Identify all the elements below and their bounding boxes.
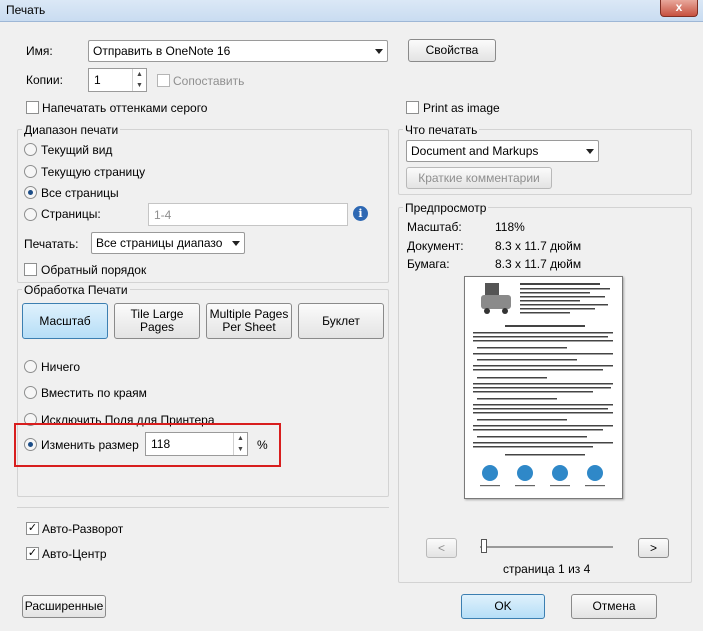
size-fit-label: Вместить по краям (41, 386, 147, 400)
tile-large-pages-button[interactable]: Tile Large Pages (114, 303, 200, 339)
size-none-radio[interactable] (24, 360, 37, 373)
print-range-title: Диапазон печати (22, 123, 121, 137)
preview-scale-label: Масштаб: (407, 220, 462, 234)
preview-document-label: Документ: (407, 239, 464, 253)
printer-select[interactable]: Отправить в OneNote 16 (88, 40, 388, 62)
range-all-pages-label: Все страницы (41, 186, 119, 200)
pages-input[interactable]: 1-4 (148, 203, 348, 226)
grayscale-label: Напечатать оттенками серого (42, 101, 208, 115)
copies-stepper[interactable]: 1 ▲ ▼ (88, 68, 147, 92)
page-slider-track[interactable] (480, 546, 613, 548)
stepper-down-icon[interactable]: ▼ (233, 444, 247, 455)
range-current-view-label: Текущий вид (41, 143, 113, 157)
auto-center-checkbox[interactable]: ✓ (26, 547, 39, 560)
range-pages-label: Страницы: (41, 207, 101, 221)
pages-input-value: 1-4 (154, 207, 172, 222)
close-button[interactable]: x (660, 0, 698, 17)
preview-document-value: 8.3 x 11.7 дюйм (495, 239, 582, 253)
auto-rotate-label: Авто-Разворот (42, 522, 124, 536)
multiple-pages-button[interactable]: Multiple Pages Per Sheet (206, 303, 292, 339)
ok-button[interactable]: OK (461, 594, 545, 619)
preview-page-content (473, 283, 613, 487)
range-pages-radio[interactable] (24, 208, 37, 221)
reverse-order-label: Обратный порядок (41, 263, 147, 277)
size-custom-label: Изменить размер (41, 438, 139, 452)
scale-button[interactable]: Масштаб (22, 303, 108, 339)
stepper-down-icon[interactable]: ▼ (132, 80, 146, 91)
collate-checkbox[interactable] (157, 74, 170, 87)
window-title: Печать (6, 3, 46, 17)
printer-select-value: Отправить в OneNote 16 (93, 44, 231, 58)
what-to-print-value: Document and Markups (411, 144, 539, 158)
size-custom-radio[interactable] (24, 438, 37, 451)
collate-label: Сопоставить (173, 74, 245, 88)
chevron-down-icon (375, 49, 383, 54)
grayscale-checkbox[interactable] (26, 101, 39, 114)
chevron-down-icon (586, 149, 594, 154)
printer-name-label: Имя: (26, 44, 53, 58)
range-all-pages-radio[interactable] (24, 186, 37, 199)
copies-label: Копии: (26, 73, 63, 87)
properties-button[interactable]: Свойства (408, 39, 496, 62)
auto-center-label: Авто-Центр (42, 547, 107, 561)
title-bar (0, 0, 703, 22)
range-current-page-radio[interactable] (24, 165, 37, 178)
size-fit-radio[interactable] (24, 386, 37, 399)
reverse-order-checkbox[interactable] (24, 263, 37, 276)
percent-label: % (257, 438, 268, 452)
print-subset-label: Печатать: (24, 237, 79, 251)
summarize-comments-button[interactable]: Краткие комментарии (406, 167, 552, 189)
next-page-button[interactable]: > (638, 538, 669, 558)
chevron-down-icon (232, 241, 240, 246)
print-subset-value: Все страницы диапазо (96, 236, 223, 250)
page-status: страница 1 из 4 (503, 562, 591, 576)
cancel-button[interactable]: Отмена (571, 594, 657, 619)
info-icon[interactable]: i (353, 206, 368, 221)
preview-title: Предпросмотр (403, 201, 489, 215)
booklet-button[interactable]: Буклет (298, 303, 384, 339)
what-to-print-select[interactable]: Document and Markups (406, 140, 599, 162)
range-current-view-radio[interactable] (24, 143, 37, 156)
print-as-image-checkbox[interactable] (406, 101, 419, 114)
preview-paper-value: 8.3 x 11.7 дюйм (495, 257, 582, 271)
copies-value: 1 (94, 73, 101, 87)
preview-scale-value: 118% (495, 220, 525, 234)
custom-scale-stepper[interactable]: 118 ▲ ▼ (145, 432, 248, 456)
page-handling-title: Обработка Печати (22, 283, 130, 297)
preview-page-thumbnail (464, 276, 623, 499)
custom-scale-value: 118 (151, 437, 171, 451)
range-current-page-label: Текущую страницу (41, 165, 146, 179)
stepper-up-icon[interactable]: ▲ (132, 69, 146, 80)
print-subset-select[interactable]: Все страницы диапазо (91, 232, 245, 254)
prev-page-button[interactable]: < (426, 538, 457, 558)
stepper-up-icon[interactable]: ▲ (233, 433, 247, 444)
advanced-button[interactable]: Расширенные (22, 595, 106, 618)
auto-rotate-checkbox[interactable]: ✓ (26, 522, 39, 535)
divider (17, 507, 389, 508)
what-to-print-title: Что печатать (403, 123, 480, 137)
size-none-label: Ничего (41, 360, 81, 374)
preview-paper-label: Бумага: (407, 257, 450, 271)
print-as-image-label: Print as image (423, 101, 500, 115)
page-slider-thumb[interactable] (481, 539, 487, 553)
